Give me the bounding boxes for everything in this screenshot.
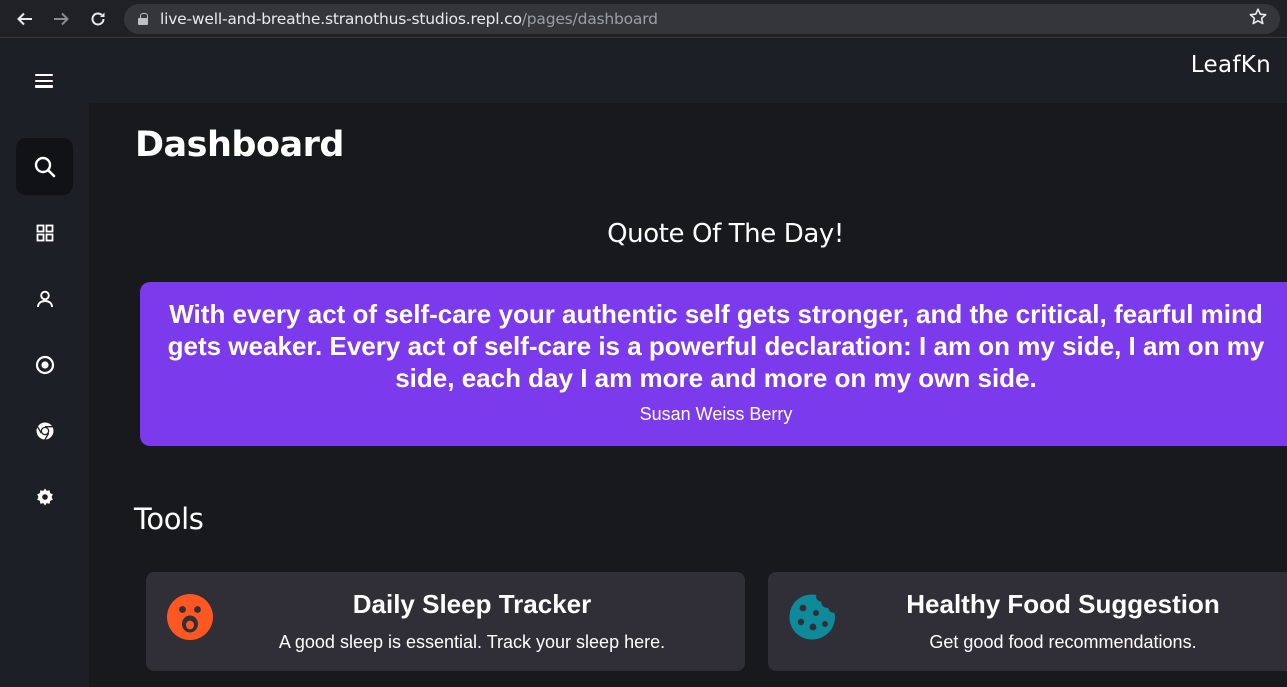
main-content: Dashboard Quote Of The Day! With every a…	[89, 103, 1287, 687]
back-button[interactable]	[7, 0, 43, 38]
page-title: Dashboard	[135, 125, 344, 165]
gear-icon	[36, 488, 53, 505]
bookmark-button[interactable]	[1248, 7, 1268, 32]
arrow-left-icon	[17, 12, 32, 26]
browser-toolbar: live-well-and-breathe.stranothus-studios…	[0, 0, 1287, 38]
quote-card: With every act of self-care your authent…	[140, 282, 1287, 446]
sidebar-item-goals[interactable]	[16, 336, 73, 393]
cookie-icon	[789, 594, 835, 640]
tool-title: Healthy Food Suggestion	[906, 589, 1220, 619]
search-icon	[34, 156, 55, 177]
reload-icon	[91, 12, 105, 26]
url-host: live-well-and-breathe.stranothus-studios…	[160, 10, 522, 28]
chrome-icon	[36, 422, 53, 440]
tool-title: Daily Sleep Tracker	[352, 589, 592, 619]
arrow-right-icon	[54, 12, 69, 26]
sidebar-item-profile[interactable]	[16, 270, 73, 327]
lock-icon	[138, 13, 148, 25]
sidebar	[0, 103, 89, 687]
sidebar-item-search[interactable]	[16, 138, 73, 195]
hamburger-icon[interactable]	[35, 74, 53, 88]
app-header: LeafKn	[0, 39, 1287, 103]
grid-icon	[36, 224, 53, 241]
quote-heading: Quote Of The Day!	[607, 219, 844, 249]
star-icon	[1249, 8, 1267, 25]
surprised-face-icon	[167, 594, 213, 640]
tools-heading: Tools	[134, 502, 204, 536]
reload-button[interactable]	[80, 0, 116, 38]
tool-description: A good sleep is essential. Track your sl…	[278, 632, 666, 652]
brand-name[interactable]: LeafKn	[1191, 52, 1271, 78]
url-path: /pages/dashboard	[521, 10, 658, 28]
user-icon	[36, 290, 53, 307]
quote-author: Susan Weiss Berry	[639, 404, 793, 424]
sidebar-item-browser[interactable]	[16, 402, 73, 459]
tool-card-sleep-tracker[interactable]: Daily Sleep Tracker A good sleep is esse…	[146, 572, 745, 671]
tool-description: Get good food recommendations.	[929, 632, 1197, 652]
forward-button[interactable]	[43, 0, 79, 38]
target-icon	[35, 355, 54, 374]
sidebar-item-dashboard[interactable]	[16, 204, 73, 261]
tool-card-healthy-food[interactable]: Healthy Food Suggestion Get good food re…	[768, 572, 1287, 671]
address-bar[interactable]: live-well-and-breathe.stranothus-studios…	[124, 4, 1280, 34]
quote-text: With every act of self-care your authent…	[167, 299, 1265, 393]
sidebar-item-settings[interactable]	[16, 468, 73, 525]
